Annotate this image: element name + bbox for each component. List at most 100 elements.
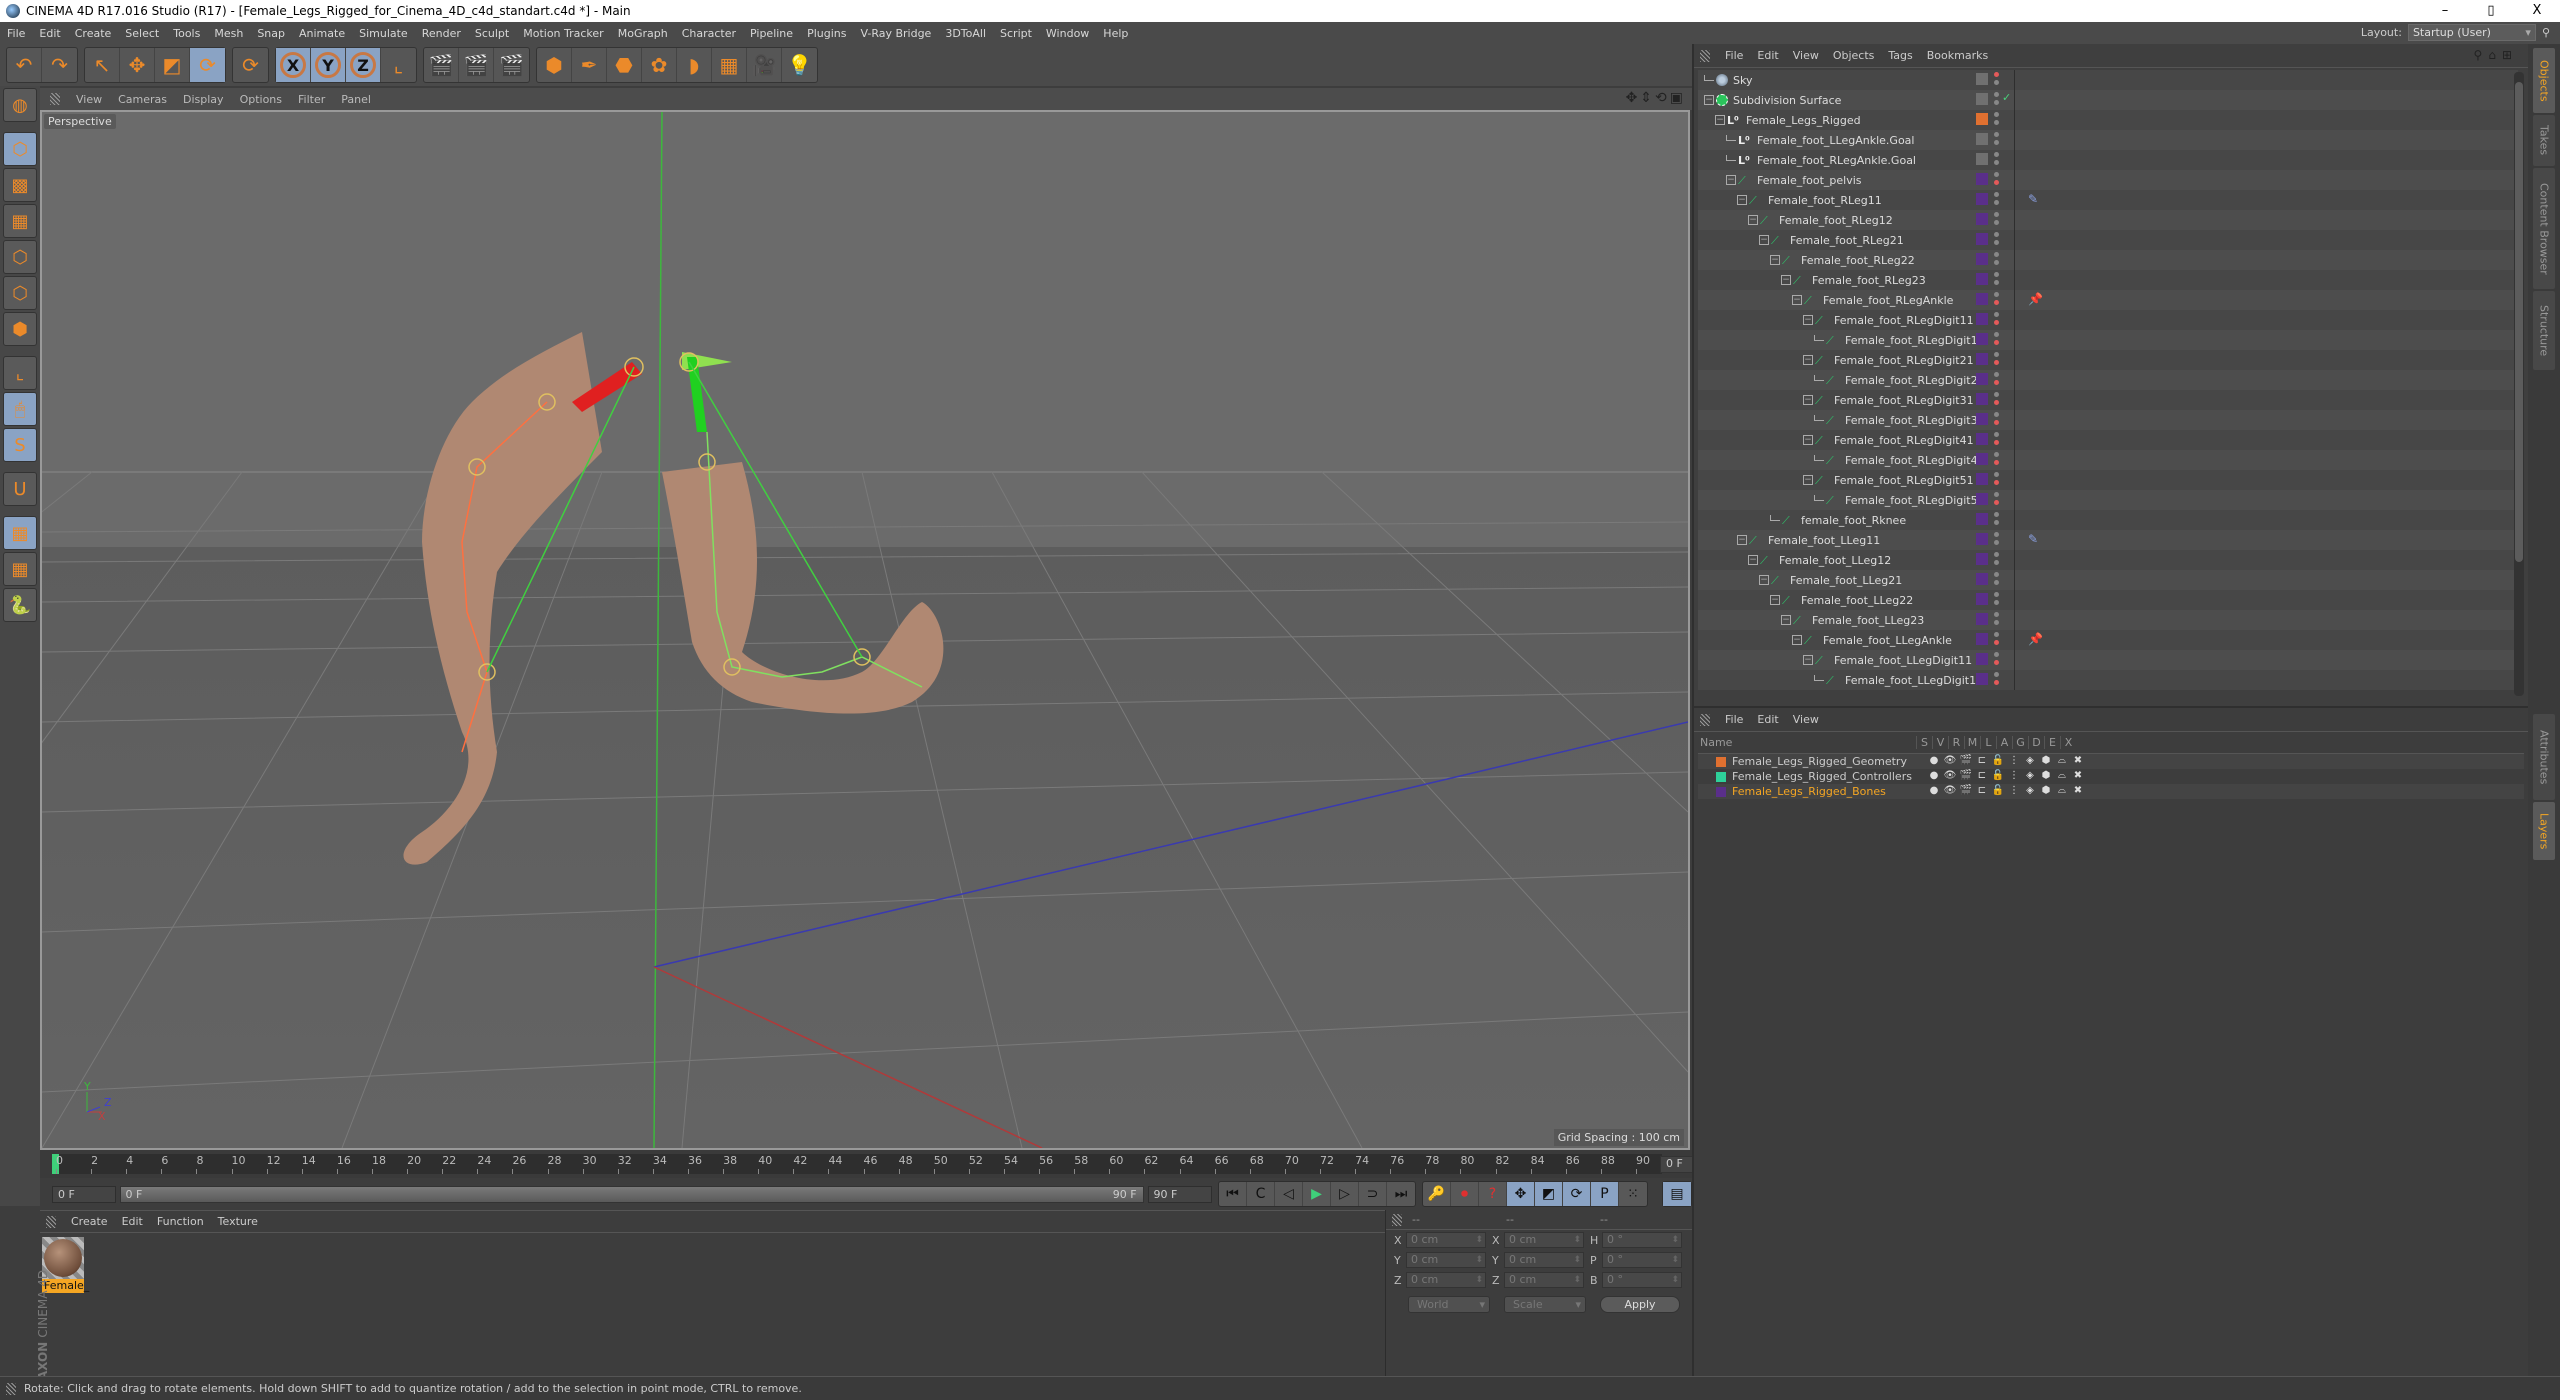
layer-color-swatch[interactable] (1716, 771, 1726, 782)
visibility-dots[interactable] (1994, 92, 2000, 108)
position-field[interactable]: 0 cm (1406, 1252, 1486, 1268)
deformers-toggle-icon[interactable]: ⬢ (2038, 785, 2054, 796)
timeline-window-icon[interactable]: ▤ (1663, 1182, 1692, 1206)
visibility-dots[interactable] (1994, 372, 2000, 388)
end-frame-field[interactable]: 90 F (1147, 1185, 1213, 1203)
solo-toggle-icon[interactable]: ● (1926, 785, 1942, 796)
object-row[interactable]: Sky (1698, 70, 2518, 90)
rotate-button[interactable]: ⟳ (190, 48, 225, 82)
layer-column-a[interactable]: A (1996, 736, 2012, 749)
object-row[interactable]: − ⟋ Female_foot_LLegDigit11 (1698, 650, 2518, 670)
layer-column-m[interactable]: M (1964, 736, 1980, 749)
menu-render[interactable]: Render (415, 27, 468, 40)
layer-color-swatch[interactable] (1976, 153, 1988, 165)
pan-icon[interactable]: ✥ (1626, 90, 1641, 106)
scale-button[interactable]: ◩ (155, 48, 190, 82)
object-menu-file[interactable]: File (1718, 49, 1750, 62)
object-row[interactable]: − ⟋ Female_foot_RLegDigit21 (1698, 350, 2518, 370)
layer-color-swatch[interactable] (1976, 593, 1988, 605)
viewport-menu-panel[interactable]: Panel (333, 93, 379, 106)
layer-row[interactable]: Female_Legs_Rigged_Bones ● 👁 🎬 ⊏ 🔓 ⋮ ◈ ⬢ ⌓ ✖ (1698, 784, 2524, 799)
minimize-button[interactable]: – (2422, 0, 2468, 22)
visibility-default-dot[interactable] (1994, 520, 1999, 525)
visibility-dots[interactable] (1994, 392, 2000, 408)
panel-grip[interactable] (6, 1382, 16, 1395)
new-view-icon[interactable]: ⊞ (2502, 48, 2518, 62)
visibility-off-dot[interactable] (1994, 460, 1999, 465)
visibility-default-dot[interactable] (1994, 232, 1999, 237)
layer-color-swatch[interactable] (1976, 273, 1988, 285)
object-row[interactable]: − ⟋ Female_foot_RLeg12 (1698, 210, 2518, 230)
menu-pipeline[interactable]: Pipeline (743, 27, 800, 40)
ik-tag-icon[interactable]: ✎ (2028, 192, 2038, 206)
object-menu-view[interactable]: View (1786, 49, 1826, 62)
side-tab-content-browser[interactable]: Content Browser (2533, 168, 2555, 289)
menu-motion-tracker[interactable]: Motion Tracker (516, 27, 610, 40)
expand-toggle[interactable]: − (1770, 255, 1780, 265)
menu-snap[interactable]: Snap (250, 27, 292, 40)
layer-color-swatch[interactable] (1716, 786, 1726, 797)
visibility-default-dot[interactable] (1994, 632, 1999, 637)
expand-toggle[interactable]: − (1803, 355, 1813, 365)
visible-editor-icon[interactable]: 👁 (1942, 785, 1958, 796)
panel-grip[interactable] (46, 1215, 56, 1228)
camera-button[interactable]: 🎥 (747, 48, 782, 82)
viewport-menu-cameras[interactable]: Cameras (110, 93, 175, 106)
visible-editor-icon[interactable]: 👁 (1942, 770, 1958, 781)
play-button[interactable]: ▶ (1303, 1182, 1332, 1206)
visibility-default-dot[interactable] (1994, 412, 1999, 417)
visibility-default-dot[interactable] (1994, 560, 1999, 565)
expand-toggle[interactable]: − (1781, 275, 1791, 285)
menu-edit[interactable]: Edit (32, 27, 67, 40)
visibility-off-dot[interactable] (1994, 500, 1999, 505)
axis-mode-button[interactable]: ⌞ (3, 356, 37, 390)
subdivision-button[interactable]: ⬣ (607, 48, 642, 82)
side-tab-takes[interactable]: Takes (2533, 115, 2555, 166)
layer-color-swatch[interactable] (1976, 113, 1988, 125)
key-pla-button[interactable]: ⁙ (1619, 1182, 1647, 1206)
panel-grip[interactable] (1700, 49, 1710, 62)
visibility-default-dot[interactable] (1994, 372, 1999, 377)
visibility-off-dot[interactable] (1994, 72, 1999, 77)
menu-mesh[interactable]: Mesh (207, 27, 250, 40)
start-frame-field[interactable]: 0 F (52, 1185, 117, 1203)
visibility-default-dot[interactable] (1994, 220, 1999, 225)
visible-render-icon[interactable]: 🎬 (1958, 785, 1974, 796)
home-icon[interactable]: ⌂ (2488, 48, 2502, 62)
object-row[interactable]: − ⟋ Female_foot_RLeg21 (1698, 230, 2518, 250)
menu-v-ray-bridge[interactable]: V-Ray Bridge (853, 27, 938, 40)
layer-color-swatch[interactable] (1976, 313, 1988, 325)
floor-button[interactable]: ▦ (712, 48, 747, 82)
layer-menu-view[interactable]: View (1786, 713, 1826, 726)
layer-color-swatch[interactable] (1976, 193, 1988, 205)
apply-button[interactable]: Apply (1600, 1296, 1680, 1313)
python-button[interactable]: 🐍 (3, 588, 37, 622)
visibility-off-dot[interactable] (1994, 400, 1999, 405)
layer-color-swatch[interactable] (1976, 433, 1988, 445)
visibility-default-dot[interactable] (1994, 472, 1999, 477)
undo-button[interactable]: ↶ (7, 48, 42, 82)
layer-color-swatch[interactable] (1976, 253, 1988, 265)
planar-workplane-button[interactable]: ▦ (3, 552, 37, 586)
rotation-field[interactable]: 0 ° (1602, 1252, 1682, 1268)
viewport-menu-filter[interactable]: Filter (290, 93, 333, 106)
layer-color-swatch[interactable] (1976, 293, 1988, 305)
object-row[interactable]: − L⁰ Female_Legs_Rigged (1698, 110, 2518, 130)
x-axis-button[interactable]: X (276, 48, 311, 82)
model-mode-button[interactable]: ⬡ (3, 132, 37, 166)
visible-render-icon[interactable]: 🎬 (1958, 770, 1974, 781)
menu-simulate[interactable]: Simulate (352, 27, 415, 40)
expand-toggle[interactable]: − (1704, 95, 1714, 105)
visibility-dots[interactable] (1994, 352, 2000, 368)
side-tab-attributes[interactable]: Attributes (2533, 714, 2555, 800)
visibility-dots[interactable] (1994, 212, 2000, 228)
texture-mode-button[interactable]: ▩ (3, 168, 37, 202)
size-field[interactable]: 0 cm (1504, 1232, 1584, 1248)
object-menu-tags[interactable]: Tags (1881, 49, 1919, 62)
panel-grip[interactable] (50, 93, 60, 105)
visibility-dots[interactable] (1994, 312, 2000, 328)
visibility-default-dot[interactable] (1994, 112, 1999, 117)
layer-column-g[interactable]: G (2012, 736, 2028, 749)
visibility-off-dot[interactable] (1994, 180, 1999, 185)
rotation-field[interactable]: 0 ° (1602, 1232, 1682, 1248)
